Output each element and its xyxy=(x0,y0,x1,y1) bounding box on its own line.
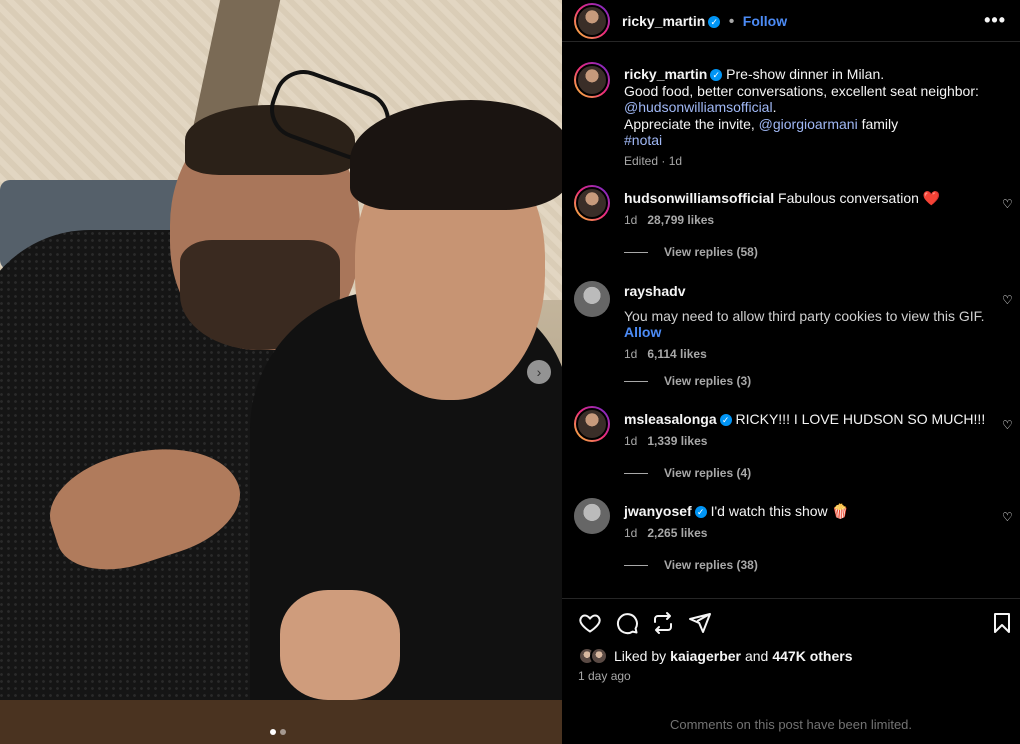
mention-hudsonwilliamsofficial[interactable]: @hudsonwilliamsofficial xyxy=(624,99,773,115)
commenter-username[interactable]: rayshadv xyxy=(624,283,685,299)
follow-button[interactable]: Follow xyxy=(743,13,787,29)
caption-line-2: Good food, better conversations, excelle… xyxy=(624,82,979,99)
liked-by-prefix: Liked by xyxy=(614,648,667,664)
comments-limited-notice: Comments on this post have been limited. xyxy=(669,717,913,732)
more-options-icon[interactable]: ••• xyxy=(984,10,1006,31)
save-bookmark-icon[interactable] xyxy=(990,611,1014,635)
caption-line-4-prefix: Appreciate the invite, xyxy=(624,115,755,132)
dot-separator: • xyxy=(728,13,735,30)
comment-time[interactable]: 1d xyxy=(624,434,637,448)
comment-item: rayshadv You may need to allow third par… xyxy=(574,281,1014,361)
caption-period: . xyxy=(772,99,777,115)
commenter-username[interactable]: jwanyosef xyxy=(624,503,692,519)
comment-time[interactable]: 1d xyxy=(624,347,637,361)
comment-time[interactable]: 1d xyxy=(624,526,637,540)
like-heart-icon[interactable] xyxy=(578,611,602,635)
comments-scroll-area[interactable]: ricky_martin ✓ Pre-show dinner in Milan. … xyxy=(562,43,1020,597)
comment-item: jwanyosef ✓ I'd watch this show 🍿 1d 2,265… xyxy=(574,498,1014,540)
mention-giorgioarmani[interactable]: @giorgioarmani xyxy=(759,116,858,132)
caption-meta: Edited · 1d xyxy=(624,153,683,168)
carousel-dot-active xyxy=(270,729,276,735)
comment-meta: 1d 28,799 likes xyxy=(624,213,1014,227)
comment-likes[interactable]: 1,339 likes xyxy=(647,434,707,448)
commenter-username[interactable]: msleasalonga xyxy=(624,411,717,427)
post-actions: Liked by kaiagerber and 447K others 1 da… xyxy=(562,598,1020,744)
comment-likes[interactable]: 6,114 likes xyxy=(647,347,706,361)
view-replies-button[interactable]: View replies (38) xyxy=(624,558,758,572)
comment-bubble-icon[interactable] xyxy=(615,611,639,635)
comment-text: You may need to allow third party cookie… xyxy=(624,307,985,324)
comment-text: Fabulous conversation ❤️ xyxy=(778,190,941,206)
comment-meta: 1d 6,114 likes xyxy=(624,347,1014,361)
comment-meta: 1d 2,265 likes xyxy=(624,526,1014,540)
photo-table xyxy=(0,700,562,744)
share-paper-plane-icon[interactable] xyxy=(688,611,712,635)
post-header: ricky_martin ✓ • Follow ••• xyxy=(562,0,1020,42)
view-replies-button[interactable]: View replies (3) xyxy=(624,374,751,388)
comment-item: msleasalonga ✓ RICKY!!! I LOVE HUDSON SO … xyxy=(574,406,1014,448)
caption-author-avatar[interactable] xyxy=(574,62,610,98)
liked-by: Liked by kaiagerber and 447K others xyxy=(578,647,853,665)
liker-avatar xyxy=(590,647,608,665)
caption-line-1: Pre-show dinner in Milan. xyxy=(726,66,885,82)
like-comment-heart-icon[interactable]: ♡ xyxy=(1002,510,1014,524)
liked-by-user[interactable]: kaiagerber xyxy=(670,648,741,664)
verified-badge-icon: ✓ xyxy=(719,414,732,426)
photo-hand-right xyxy=(280,590,400,700)
comment-likes[interactable]: 2,265 likes xyxy=(647,526,707,540)
post-date[interactable]: 1 day ago xyxy=(578,669,631,683)
verified-badge-icon: ✓ xyxy=(710,69,723,81)
post-photo[interactable]: › xyxy=(0,0,562,744)
caption: ricky_martin ✓ Pre-show dinner in Milan. … xyxy=(574,62,1014,168)
comment-item: hudsonwilliamsofficial Fabulous conversa… xyxy=(574,185,1014,227)
like-comment-heart-icon[interactable]: ♡ xyxy=(1002,197,1014,211)
comment-meta: 1d 1,339 likes xyxy=(624,434,1014,448)
post-side-panel: ricky_martin ✓ • Follow ••• ricky_martin ✓… xyxy=(562,0,1020,744)
liked-by-others[interactable]: 447K others xyxy=(772,648,852,664)
comment-text: I'd watch this show 🍿 xyxy=(710,503,849,519)
caption-author-username[interactable]: ricky_martin xyxy=(624,66,707,82)
carousel-dot xyxy=(280,729,286,735)
hashtag-notai[interactable]: #notai xyxy=(624,132,662,148)
comment-text: RICKY!!! I LOVE HUDSON SO MUCH!!! xyxy=(735,411,986,427)
view-replies-button[interactable]: View replies (58) xyxy=(624,245,758,259)
like-comment-heart-icon[interactable]: ♡ xyxy=(1002,293,1014,307)
next-photo-arrow-icon[interactable]: › xyxy=(527,360,551,384)
commenter-avatar[interactable] xyxy=(574,498,610,534)
comment-likes[interactable]: 28,799 likes xyxy=(647,213,714,227)
caption-text: ricky_martin ✓ Pre-show dinner in Milan. … xyxy=(624,62,1014,149)
comment-time[interactable]: 1d xyxy=(624,213,637,227)
author-avatar[interactable] xyxy=(574,3,610,39)
liked-by-and: and xyxy=(744,648,769,664)
allow-cookies-button[interactable]: Allow xyxy=(624,324,1014,341)
view-replies-button[interactable]: View replies (4) xyxy=(624,466,751,480)
carousel-dots xyxy=(270,729,286,735)
commenter-avatar[interactable] xyxy=(574,281,610,317)
caption-line-4-suffix: family xyxy=(861,115,899,132)
author-username[interactable]: ricky_martin xyxy=(622,13,705,29)
verified-badge-icon: ✓ xyxy=(708,16,721,28)
author-line: ricky_martin ✓ • Follow xyxy=(622,13,787,31)
verified-badge-icon: ✓ xyxy=(694,506,707,518)
commenter-avatar[interactable] xyxy=(574,406,610,442)
repost-icon[interactable] xyxy=(651,611,675,635)
commenter-avatar[interactable] xyxy=(574,185,610,221)
like-comment-heart-icon[interactable]: ♡ xyxy=(1002,418,1014,432)
commenter-username[interactable]: hudsonwilliamsofficial xyxy=(624,190,774,206)
